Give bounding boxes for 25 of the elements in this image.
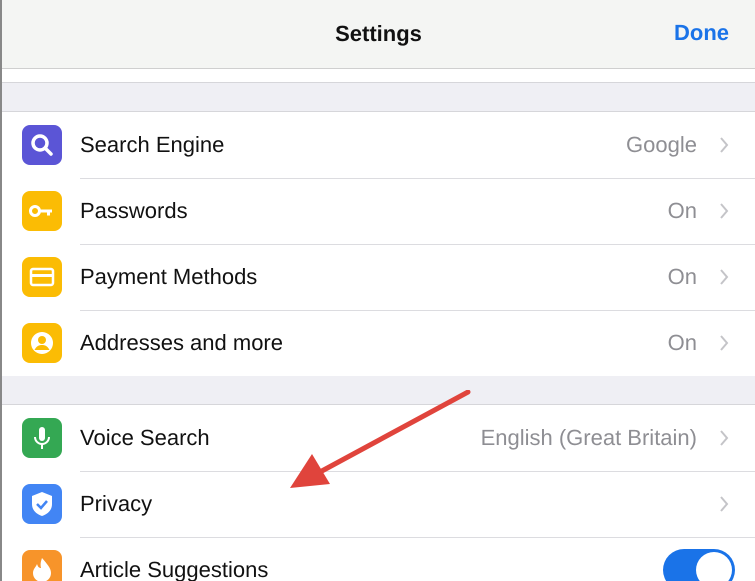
settings-row[interactable]: Payment Methods On: [2, 244, 755, 310]
chevron-right-icon: [719, 494, 729, 512]
row-value: English (Great Britain): [480, 424, 697, 450]
row-label: Payment Methods: [80, 264, 258, 290]
chevron-right-icon: [719, 136, 729, 154]
row-label: Passwords: [80, 198, 189, 224]
toggle-switch[interactable]: [663, 549, 735, 581]
chevron-right-icon: [719, 268, 729, 286]
chevron-right-icon: [719, 428, 729, 446]
row-label: Voice Search: [80, 424, 211, 450]
screen-title: Settings: [335, 21, 422, 47]
settings-row[interactable]: Search Engine Google: [2, 112, 755, 178]
settings-row[interactable]: Voice Search English (Great Britain): [2, 405, 755, 471]
row-value: On: [668, 330, 697, 356]
row-label: Search Engine: [80, 132, 226, 158]
row-value: On: [668, 198, 697, 224]
chevron-right-icon: [719, 202, 729, 220]
row-label: Addresses and more: [80, 330, 284, 356]
settings-row[interactable]: Addresses and more On: [2, 310, 755, 376]
row-value: On: [668, 264, 697, 290]
chevron-right-icon: [719, 334, 729, 352]
done-button[interactable]: Done: [674, 20, 729, 46]
row-label: Privacy: [80, 490, 154, 516]
settings-row[interactable]: Passwords On: [2, 178, 755, 244]
row-value: Google: [626, 132, 697, 158]
